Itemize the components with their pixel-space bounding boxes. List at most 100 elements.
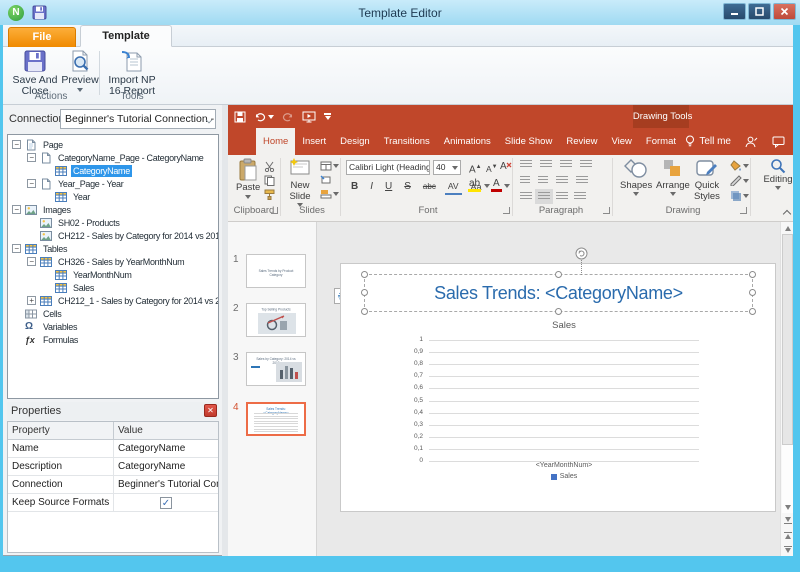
next-slide-button[interactable] <box>782 543 793 555</box>
align-right-icon[interactable] <box>556 192 568 201</box>
resize-handle[interactable] <box>749 308 756 315</box>
strikethrough-button[interactable]: S <box>401 180 414 194</box>
slide-thumbnail-4[interactable]: Sales Trends: <CategoryName> <box>246 402 306 436</box>
section-button[interactable] <box>320 189 339 199</box>
line-spacing-icon[interactable] <box>560 160 572 169</box>
italic-button[interactable]: I <box>367 180 376 194</box>
slide-thumbnail-1[interactable]: Sales Trends by Product Category <box>246 254 306 288</box>
connection-dropdown[interactable]: Beginner's Tutorial Connection - QV <box>60 109 216 129</box>
tree-item-categoryname[interactable]: CategoryName <box>8 164 218 177</box>
tree-item-ch212-sales-by-category-for-2014-vs-2013[interactable]: CH212 - Sales by Category for 2014 vs 20… <box>8 229 218 242</box>
shape-fill-button[interactable] <box>730 160 749 171</box>
increase-indent-icon[interactable] <box>538 176 548 185</box>
decrease-indent-icon[interactable] <box>520 176 530 185</box>
ppt-tab-transitions[interactable]: Transitions <box>377 128 437 155</box>
qat-redo-icon[interactable] <box>282 112 294 122</box>
quick-styles-button[interactable]: Quick Styles <box>694 158 720 202</box>
new-slide-button[interactable]: New Slide <box>288 158 312 207</box>
bullets-icon[interactable] <box>520 160 532 169</box>
align-left-icon[interactable] <box>520 192 532 201</box>
maximize-button[interactable] <box>748 3 771 20</box>
scroll-up-button[interactable] <box>782 222 793 234</box>
character-spacing-button[interactable]: AV <box>445 179 462 195</box>
ppt-tab-design[interactable]: Design <box>333 128 377 155</box>
editing-button[interactable]: Editing <box>758 158 798 190</box>
cut-button[interactable] <box>264 161 275 172</box>
decrease-font-button[interactable]: A▼ <box>483 160 501 176</box>
tree-item-page[interactable]: −Page <box>8 138 218 151</box>
keep-source-formats-checkbox[interactable]: ✓ <box>160 497 172 509</box>
copy-button[interactable] <box>264 175 275 186</box>
reset-button[interactable] <box>320 175 332 185</box>
collapse-icon[interactable]: − <box>27 153 36 162</box>
tree-item-variables[interactable]: ΩVariables <box>8 320 218 333</box>
collapse-icon[interactable]: − <box>12 244 21 253</box>
clear-formatting-button[interactable]: A <box>500 160 512 171</box>
increase-font-button[interactable]: A▲ <box>466 160 485 177</box>
collapse-icon[interactable]: − <box>12 205 21 214</box>
qat-slideshow-icon[interactable] <box>302 111 316 123</box>
scroll-down-button[interactable] <box>782 501 793 513</box>
columns-icon[interactable] <box>556 176 568 185</box>
collapse-icon[interactable]: − <box>12 140 21 149</box>
tree-item-cells[interactable]: Cells <box>8 307 218 320</box>
collapse-icon[interactable]: − <box>27 179 36 188</box>
collapse-icon[interactable]: − <box>27 257 36 266</box>
ppt-tab-animations[interactable]: Animations <box>437 128 498 155</box>
tree-item-year[interactable]: Year <box>8 190 218 203</box>
qat-save-icon[interactable] <box>234 111 246 123</box>
tree-item-formulas[interactable]: ƒxFormulas <box>8 333 218 346</box>
tell-me-button[interactable]: Tell me <box>685 135 731 148</box>
ppt-tab-home[interactable]: Home <box>256 128 295 155</box>
ppt-tab-view[interactable]: View <box>604 128 638 155</box>
tree-item-ch212-1-sales-by-category-for-2014-vs-2013[interactable]: +CH212_1 - Sales by Category for 2014 vs… <box>8 294 218 307</box>
qat-undo-icon[interactable] <box>254 112 266 122</box>
justify-icon[interactable] <box>574 192 586 201</box>
clipboard-dialog-launcher-icon[interactable] <box>271 207 278 214</box>
resize-handle[interactable] <box>361 289 368 296</box>
layout-button[interactable] <box>320 161 339 171</box>
tree-item-year-page-year[interactable]: −Year_Page - Year <box>8 177 218 190</box>
tree-item-images[interactable]: −Images <box>8 203 218 216</box>
format-painter-button[interactable] <box>264 189 275 200</box>
expand-icon[interactable]: + <box>27 296 36 305</box>
ppt-tab-review[interactable]: Review <box>559 128 604 155</box>
resize-handle[interactable] <box>555 308 562 315</box>
share-person-icon[interactable] <box>745 136 758 148</box>
tree-item-ch326-sales-by-yearmonthnum[interactable]: −CH326 - Sales by YearMonthNum <box>8 255 218 268</box>
scrollbar-thumb[interactable] <box>782 234 793 445</box>
font-name-combo[interactable]: Calibri Light (Heading <box>346 160 430 175</box>
qat-customize-icon[interactable] <box>324 113 331 119</box>
paragraph-dialog-launcher-icon[interactable] <box>603 207 610 214</box>
arrange-button[interactable]: Arrange <box>656 158 690 196</box>
ppt-tab-slide-show[interactable]: Slide Show <box>498 128 560 155</box>
paste-button[interactable]: Paste <box>236 158 260 199</box>
shape-outline-button[interactable] <box>730 175 749 186</box>
tree-item-sh02-products[interactable]: SH02 - Products <box>8 216 218 229</box>
tab-file[interactable]: File <box>8 27 76 47</box>
editor-scrollbar[interactable] <box>780 222 793 556</box>
font-dialog-launcher-icon[interactable] <box>503 207 510 214</box>
comments-icon[interactable] <box>772 136 785 148</box>
shapes-button[interactable]: Shapes <box>620 158 652 196</box>
collapse-ribbon-icon[interactable] <box>783 210 791 218</box>
minimize-button[interactable] <box>723 3 746 20</box>
close-button[interactable] <box>773 3 796 20</box>
tree-item-sales[interactable]: Sales <box>8 281 218 294</box>
align-center-icon[interactable] <box>538 192 550 201</box>
tree-item-categoryname-page-categoryname[interactable]: −CategoryName_Page - CategoryName <box>8 151 218 164</box>
font-size-combo[interactable]: 40 <box>433 160 461 175</box>
align-text-icon[interactable] <box>576 176 588 185</box>
close-properties-button[interactable]: ✕ <box>204 404 217 417</box>
resize-handle[interactable] <box>361 271 368 278</box>
subscript-button[interactable]: abc <box>420 180 439 194</box>
resize-handle[interactable] <box>749 289 756 296</box>
highlight-color-button[interactable]: ab <box>466 179 490 192</box>
slide[interactable]: Sales Trends: <CategoryName> Sales <Year… <box>340 263 776 512</box>
paste-dropdown-icon[interactable] <box>245 195 251 199</box>
ppt-tab-format[interactable]: FormatDrawing Tools <box>639 128 683 155</box>
bold-button[interactable]: B <box>348 180 361 194</box>
tree-item-yearmonthnum[interactable]: YearMonthNum <box>8 268 218 281</box>
previous-slide-button[interactable] <box>782 529 793 541</box>
numbering-icon[interactable] <box>540 160 552 169</box>
